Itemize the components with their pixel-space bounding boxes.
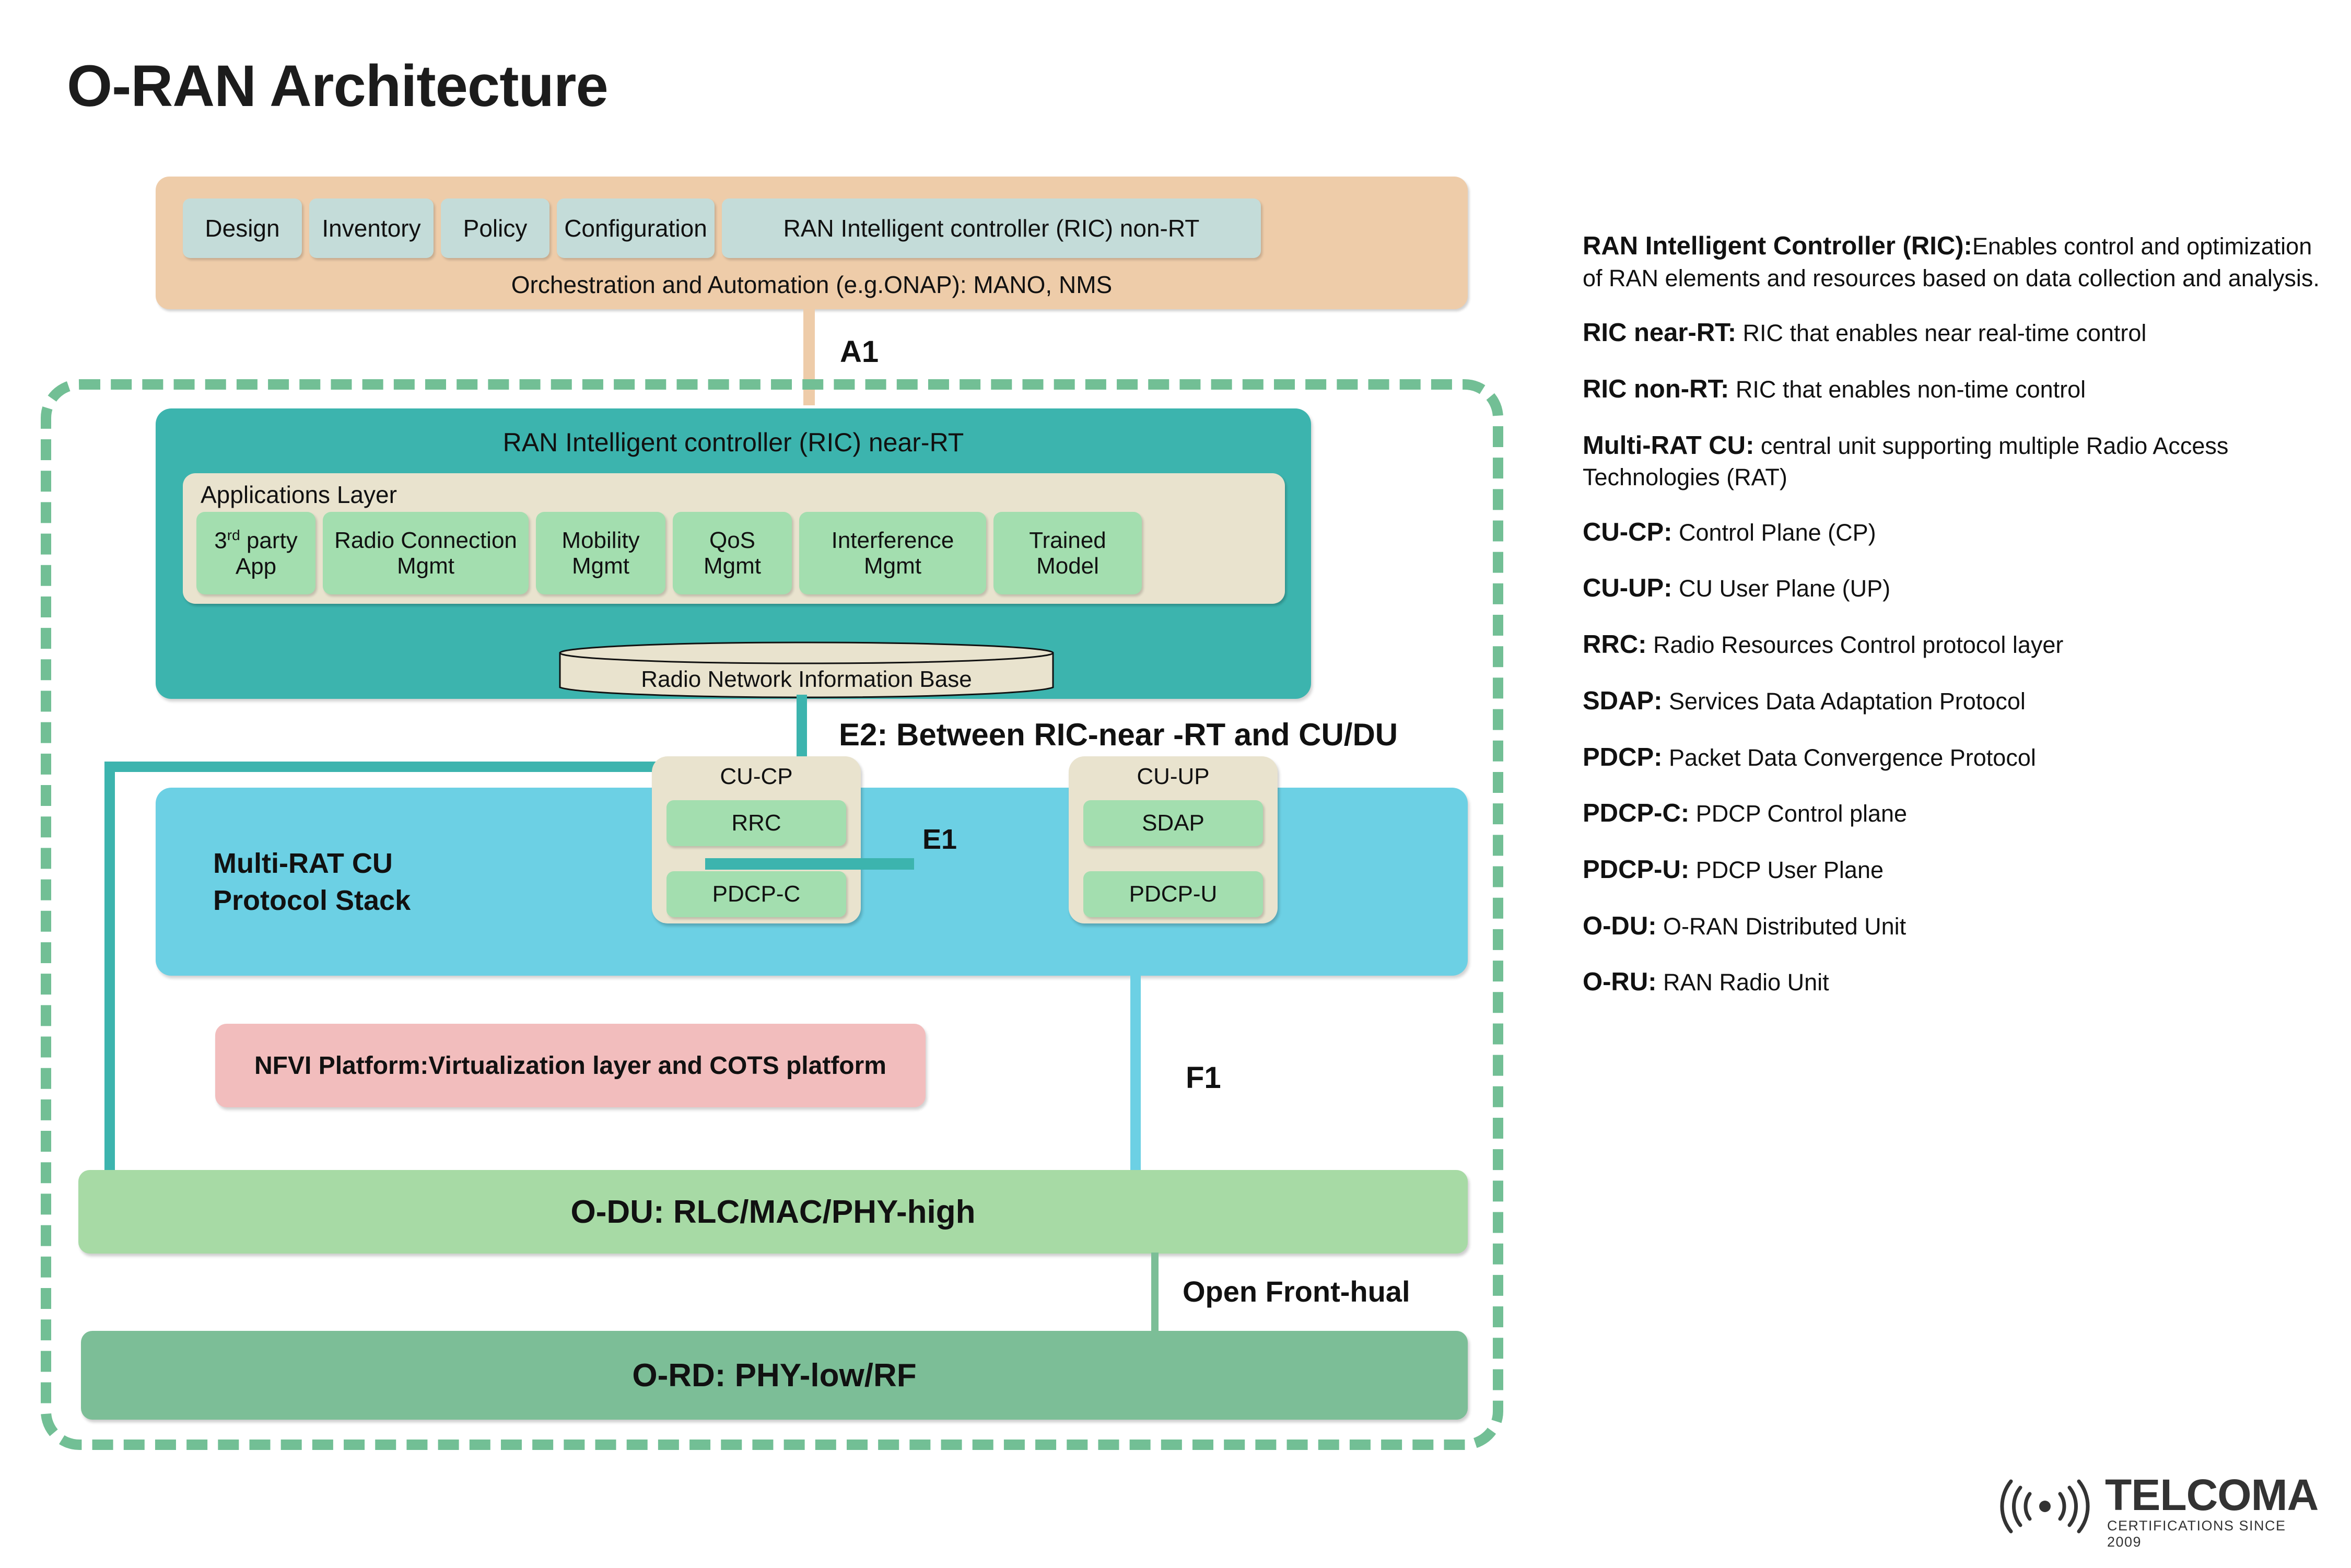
ric-near-rt-title: RAN Intelligent controller (RIC) near-RT	[502, 428, 964, 457]
application-chip-3[interactable]: QoS Mgmt	[673, 512, 792, 594]
f1-connector-line	[1130, 951, 1141, 1186]
legend-item-2: RIC non-RT: RIC that enables non-time co…	[1583, 373, 2330, 406]
application-chip-0[interactable]: 3rd party App	[196, 512, 315, 594]
legend-definition-11: O-RAN Distributed Unit	[1656, 912, 1906, 940]
legend-definition-9: PDCP Control plane	[1689, 800, 1908, 827]
legend-item-1: RIC near-RT: RIC that enables near real-…	[1583, 317, 2330, 350]
application-chip-2[interactable]: Mobility Mgmt	[536, 512, 665, 594]
legend-item-5: CU-UP: CU User Plane (UP)	[1583, 572, 2330, 605]
legend-item-3: Multi-RAT CU: central unit supporting mu…	[1583, 429, 2330, 493]
legend-item-4: CU-CP: Control Plane (CP)	[1583, 516, 2330, 549]
legend-term-4: CU-CP:	[1583, 518, 1672, 546]
legend-definition-4: Control Plane (CP)	[1672, 519, 1876, 546]
legend-term-12: O-RU:	[1583, 968, 1657, 997]
legend-item-10: PDCP-U: PDCP User Plane	[1583, 853, 2330, 887]
e2-connector-label: E2: Between RIC-near -RT and CU/DU	[839, 717, 1398, 752]
cu-cp-row-pdcp-c: PDCP-C	[666, 871, 846, 917]
application-chip-4[interactable]: Interference Mgmt	[799, 512, 986, 594]
telcoma-tagline: CERTIFICATIONS SINCE 2009	[2107, 1518, 2286, 1550]
o-rd-block: O-RD: PHY-low/RF	[81, 1331, 1468, 1420]
legend-term-1: RIC near-RT:	[1583, 319, 1737, 347]
legend-definition-5: CU User Plane (UP)	[1672, 575, 1891, 602]
application-chip-5[interactable]: Trained Model	[993, 512, 1142, 594]
legend-definition-1: RIC that enables near real-time control	[1736, 320, 2147, 347]
cu-up-row-sdap: SDAP	[1083, 800, 1263, 846]
legend-term-3: Multi-RAT CU:	[1583, 431, 1755, 460]
f1-connector-label: F1	[1186, 1061, 1221, 1095]
orchestration-automation-block: Design Inventory Policy Configuration RAN In…	[156, 177, 1468, 309]
legend-term-0: RAN Intelligent Controller (RIC):	[1583, 232, 1972, 260]
page-title: O-RAN Architecture	[67, 53, 609, 119]
legend-item-12: O-RU: RAN Radio Unit	[1583, 966, 2330, 999]
cu-cp-title: CU-CP	[720, 764, 793, 789]
orchestration-chip-row: Design Inventory Policy Configuration RAN In…	[183, 198, 1261, 258]
cu-up-pane: CU-UP SDAP PDCP-U	[1069, 756, 1278, 923]
cu-cp-row-rrc: RRC	[666, 800, 846, 846]
legend-term-11: O-DU:	[1583, 911, 1657, 940]
orchestration-chip-0[interactable]: Design	[183, 198, 302, 258]
legend-term-10: PDCP-U:	[1583, 855, 1690, 884]
legend-item-7: SDAP: Services Data Adaptation Protocol	[1583, 685, 2330, 718]
telcoma-logo: TELCOMA CERTIFICATIONS SINCE 2009	[1995, 1470, 2319, 1550]
legend-definition-7: Services Data Adaptation Protocol	[1662, 687, 2026, 715]
orchestration-chip-2[interactable]: Policy	[441, 198, 549, 258]
a1-connector-label: A1	[840, 335, 879, 369]
cu-up-title: CU-UP	[1137, 764, 1210, 789]
legend-item-9: PDCP-C: PDCP Control plane	[1583, 797, 2330, 830]
telcoma-wordmark: TELCOMA	[2105, 1470, 2319, 1519]
nfvi-platform-block: NFVI Platform:Virtualization layer and C…	[215, 1024, 926, 1107]
multi-rat-cu-title-line2: Protocol Stack	[213, 885, 411, 917]
e1-connector-label: E1	[922, 824, 957, 855]
legend-definition-8: Packet Data Convergence Protocol	[1662, 744, 2036, 771]
applications-chip-row: 3rd party App Radio Connection Mgmt Mobility…	[196, 512, 1142, 594]
e2-connector-left-vertical	[104, 762, 115, 1186]
legend-item-6: RRC: Radio Resources Control protocol la…	[1583, 628, 2330, 662]
legend-term-6: RRC:	[1583, 630, 1647, 659]
legend-item-0: RAN Intelligent Controller (RIC):Enables…	[1583, 230, 2330, 294]
multi-rat-cu-protocol-stack-block: Multi-RAT CU Protocol Stack CU-CP RRC PD…	[156, 756, 1468, 976]
legend-item-11: O-DU: O-RAN Distributed Unit	[1583, 910, 2330, 943]
radio-network-information-base-cylinder: Radio Network Information Base	[558, 641, 1055, 699]
legend-term-7: SDAP:	[1583, 686, 1663, 715]
orchestration-chip-3[interactable]: Configuration	[557, 198, 715, 258]
legend-term-5: CU-UP:	[1583, 574, 1672, 603]
rnib-label: Radio Network Information Base	[641, 666, 972, 692]
cu-up-row-pdcp-u: PDCP-U	[1083, 871, 1263, 917]
applications-layer-panel: Applications Layer 3rd party App Radio Con…	[183, 473, 1285, 604]
legend-item-8: PDCP: Packet Data Convergence Protocol	[1583, 741, 2330, 775]
legend-definition-6: Radio Resources Control protocol layer	[1646, 631, 2064, 659]
legend-definition-10: PDCP User Plane	[1689, 856, 1884, 883]
applications-layer-label: Applications Layer	[201, 481, 397, 508]
orchestration-caption: Orchestration and Automation (e.g.ONAP):…	[511, 271, 1113, 298]
e1-connector-line	[705, 858, 914, 870]
legend-definition-2: RIC that enables non-time control	[1729, 376, 2086, 403]
legend-term-8: PDCP:	[1583, 743, 1663, 771]
orchestration-chip-1[interactable]: Inventory	[309, 198, 434, 258]
orchestration-chip-4[interactable]: RAN Intelligent controller (RIC) non-RT	[722, 198, 1261, 258]
open-fronthaul-label: Open Front-hual	[1183, 1275, 1410, 1308]
legend-term-9: PDCP-C:	[1583, 799, 1690, 828]
o-du-block: O-DU: RLC/MAC/PHY-high	[78, 1170, 1468, 1254]
cu-cp-pane: CU-CP RRC PDCP-C	[652, 756, 861, 923]
multi-rat-cu-title: Multi-RAT CU Protocol Stack	[213, 845, 411, 920]
legend-term-2: RIC non-RT:	[1583, 375, 1729, 403]
multi-rat-cu-title-line1: Multi-RAT CU	[213, 848, 393, 879]
application-chip-1[interactable]: Radio Connection Mgmt	[323, 512, 529, 594]
legend-glossary: RAN Intelligent Controller (RIC):Enables…	[1583, 230, 2330, 1022]
legend-definition-12: RAN Radio Unit	[1656, 969, 1829, 996]
wireless-signal-icon	[2000, 1479, 2090, 1534]
